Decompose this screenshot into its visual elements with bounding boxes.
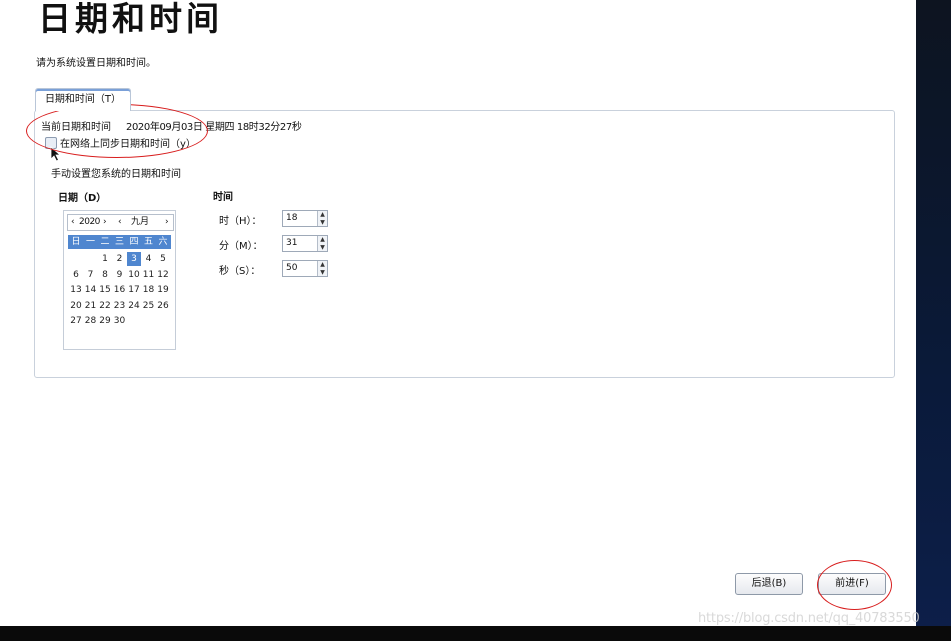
page-title: 日期和时间 <box>38 0 223 38</box>
calendar-day[interactable]: 15 <box>98 283 112 297</box>
calendar-day[interactable]: 1 <box>98 252 112 266</box>
calendar-day[interactable]: 21 <box>84 299 98 313</box>
calendar-day[interactable]: 20 <box>69 299 83 313</box>
minute-value: 31 <box>286 238 298 248</box>
current-datetime-value: 2020年09月03日 星期四 18时32分27秒 <box>126 122 302 133</box>
calendar-day[interactable]: 25 <box>142 299 156 313</box>
calendar-day[interactable]: 11 <box>142 268 156 282</box>
spin-up-icon[interactable]: ▲ <box>318 236 327 243</box>
calendar-weekdays: 日一二三四五六 <box>68 235 171 249</box>
spin-up-icon[interactable]: ▲ <box>318 261 327 268</box>
manual-set-label: 手动设置您系统的日期和时间 <box>51 169 181 180</box>
calendar-day[interactable]: 8 <box>98 268 112 282</box>
second-label: 秒（S）： <box>219 266 261 277</box>
date-heading: 日期（D） <box>58 193 107 204</box>
desktop-background-strip <box>916 0 951 641</box>
year-next-button[interactable]: › <box>103 215 107 230</box>
calendar-day[interactable]: 26 <box>156 299 170 313</box>
desktop-bottom-strip <box>0 626 951 641</box>
spin-down-icon[interactable]: ▼ <box>318 219 327 226</box>
month-next-button[interactable]: › <box>165 215 169 230</box>
calendar-day[interactable]: 30 <box>113 314 127 328</box>
installer-window: 日期和时间 请为系统设置日期和时间。 日期和时间（T） 当前日期和时间 2020… <box>0 0 916 626</box>
calendar-header: ‹ 2020 › ‹ 九月 › <box>67 214 174 231</box>
calendar-day[interactable]: 5 <box>156 252 170 266</box>
calendar-day[interactable]: 4 <box>142 252 156 266</box>
spin-down-icon[interactable]: ▼ <box>318 269 327 276</box>
hour-value: 18 <box>286 213 298 223</box>
spin-down-icon[interactable]: ▼ <box>318 244 327 251</box>
year-value: 2020 <box>79 217 100 227</box>
calendar-day[interactable]: 16 <box>113 283 127 297</box>
back-button[interactable]: 后退(B) <box>735 573 803 595</box>
weekday-label: 一 <box>85 237 95 247</box>
year-prev-button[interactable]: ‹ <box>71 215 75 230</box>
calendar: ‹ 2020 › ‹ 九月 › 日一二三四五六 1 2 3 4 5 6 7 8 9 10 11 12 1… <box>63 210 176 350</box>
calendar-day[interactable]: 9 <box>113 268 127 282</box>
watermark: https://blog.csdn.net/qq_40783550 <box>698 611 920 626</box>
calendar-day[interactable]: 2 <box>113 252 127 266</box>
spin-up-icon[interactable]: ▲ <box>318 211 327 218</box>
calendar-day[interactable]: 29 <box>98 314 112 328</box>
calendar-day[interactable]: 22 <box>98 299 112 313</box>
second-spinner[interactable]: 50 ▲ ▼ <box>282 260 328 277</box>
hour-label: 时（H）： <box>219 216 262 227</box>
tab-date-time[interactable]: 日期和时间（T） <box>35 88 131 111</box>
calendar-day[interactable]: 27 <box>69 314 83 328</box>
hour-spinner[interactable]: 18 ▲ ▼ <box>282 210 328 227</box>
weekday-label: 日 <box>71 237 81 247</box>
calendar-day[interactable]: 6 <box>69 268 83 282</box>
time-heading: 时间 <box>213 192 233 203</box>
minute-spinner[interactable]: 31 ▲ ▼ <box>282 235 328 252</box>
calendar-day[interactable]: 17 <box>127 283 141 297</box>
weekday-label: 四 <box>129 237 139 247</box>
month-value: 九月 <box>131 217 150 227</box>
calendar-day[interactable]: 19 <box>156 283 170 297</box>
page-subtitle: 请为系统设置日期和时间。 <box>36 58 156 69</box>
calendar-day[interactable]: 24 <box>127 299 141 313</box>
sync-network-label[interactable]: 在网络上同步日期和时间（y） <box>60 135 196 150</box>
weekday-label: 五 <box>143 237 153 247</box>
minute-label: 分（M）： <box>219 241 263 252</box>
calendar-day[interactable]: 23 <box>113 299 127 313</box>
second-value: 50 <box>286 263 298 273</box>
calendar-day[interactable]: 10 <box>127 268 141 282</box>
calendar-day[interactable]: 12 <box>156 268 170 282</box>
current-datetime-label: 当前日期和时间 <box>41 122 111 133</box>
month-prev-button[interactable]: ‹ <box>118 215 122 230</box>
calendar-day[interactable]: 3 <box>127 252 141 266</box>
calendar-day[interactable]: 7 <box>84 268 98 282</box>
calendar-day[interactable]: 18 <box>142 283 156 297</box>
mouse-cursor-icon <box>50 146 62 162</box>
next-button[interactable]: 前进(F) <box>818 573 886 595</box>
weekday-label: 六 <box>158 237 168 247</box>
weekday-label: 三 <box>114 237 124 247</box>
calendar-day[interactable]: 13 <box>69 283 83 297</box>
calendar-day[interactable]: 14 <box>84 283 98 297</box>
weekday-label: 二 <box>100 237 110 247</box>
calendar-day[interactable]: 28 <box>84 314 98 328</box>
